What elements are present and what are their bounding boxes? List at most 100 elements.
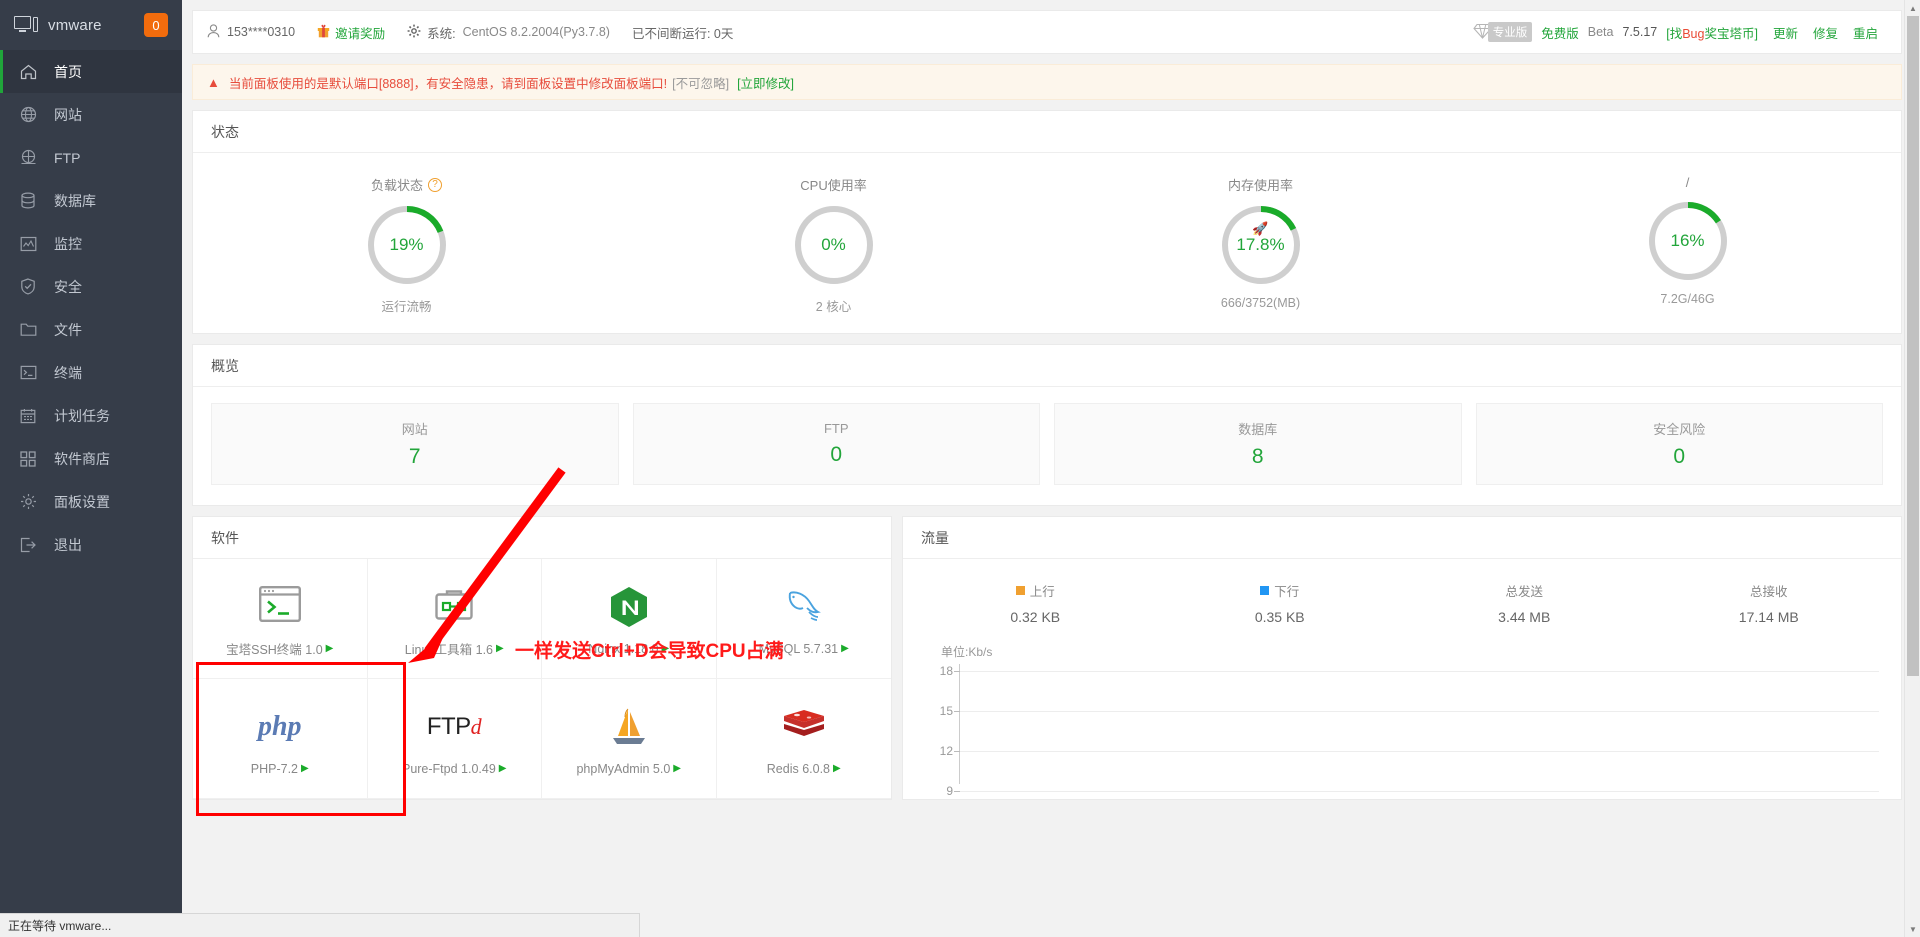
play-icon[interactable]: ▶: [326, 643, 334, 654]
overview-card-security-risk[interactable]: 安全风险 0: [1475, 403, 1883, 485]
traffic-stat-label: 下行: [1158, 581, 1403, 600]
terminal-window-icon: [258, 579, 301, 629]
top-right-actions: 专业版 免费版 Beta 7.5.17 [找Bug奖宝塔币] 更新 修复 重启: [1473, 22, 1887, 42]
bottom-section: 软件 宝塔SSH终端 1.0 ▶ Linux工具箱 1.6 ▶ Nginx 1.…: [192, 516, 1902, 800]
scroll-down-arrow-icon[interactable]: ▼: [1905, 921, 1920, 937]
pureftpd-icon: FTP d: [426, 712, 482, 740]
scrollbar-thumb[interactable]: [1907, 16, 1919, 676]
chart-tick-row: 18: [919, 664, 1879, 678]
account-number: 153****0310: [227, 25, 296, 39]
gauge-title-text: 内存使用率: [1227, 178, 1293, 193]
vertical-scrollbar[interactable]: ▲ ▼: [1904, 0, 1920, 937]
sidebar-item-website[interactable]: 网站: [0, 93, 182, 136]
sidebar-item-label: 文件: [54, 321, 82, 338]
redis-icon: [782, 702, 826, 752]
software-item-nginx[interactable]: Nginx 1.18.0 ▶: [542, 559, 717, 679]
play-icon[interactable]: ▶: [301, 763, 309, 774]
brand-badge[interactable]: 0: [144, 13, 168, 37]
phpmyadmin-sailboat-icon: [609, 702, 649, 752]
warning-note: [不可忽略]: [672, 76, 730, 91]
shield-check-icon: [20, 278, 42, 296]
gauge-cpu[interactable]: CPU使用率 0% 2 核心: [620, 175, 1047, 315]
update-button[interactable]: 更新: [1773, 23, 1798, 42]
traffic-stat-download: 下行 0.35 KB: [1158, 581, 1403, 625]
sidebar-brand[interactable]: vmware 0: [0, 0, 182, 50]
software-item-redis[interactable]: Redis 6.0.8 ▶: [716, 679, 891, 799]
software-item-phpmyadmin[interactable]: phpMyAdmin 5.0 ▶: [542, 679, 717, 799]
version-number: 7.5.17: [1622, 25, 1658, 39]
warning-fix-link[interactable]: [立即修改]: [737, 73, 794, 92]
play-icon[interactable]: ▶: [673, 763, 681, 774]
gauge-disk-root[interactable]: / 16% 7.2G/46G: [1474, 175, 1901, 315]
security-warning-banner: ▲ 当前面板使用的是默认端口[8888]，有安全隐患，请到面板设置中修改面板端口…: [192, 64, 1902, 100]
sidebar-item-crontab[interactable]: 计划任务: [0, 394, 182, 437]
software-item-php[interactable]: php PHP-7.2 ▶: [193, 679, 368, 799]
sidebar-item-database[interactable]: 数据库: [0, 179, 182, 222]
logout-icon: [20, 536, 42, 554]
nginx-icon: [609, 582, 649, 632]
invite-reward[interactable]: 邀请奖励: [317, 23, 385, 42]
gauge-sub: 666/3752(MB): [1220, 296, 1301, 310]
traffic-stat-label-text: 总接收: [1749, 585, 1788, 599]
sidebar-item-home[interactable]: 首页: [0, 50, 182, 93]
grid-apps-icon: [20, 450, 42, 468]
folder-icon: [20, 321, 42, 339]
play-icon[interactable]: ▶: [496, 643, 504, 654]
sidebar-item-label: FTP: [54, 149, 81, 166]
play-icon[interactable]: ▶: [661, 643, 669, 654]
chart-gridline: [960, 710, 1879, 712]
software-item-pure-ftpd[interactable]: FTP d Pure-Ftpd 1.0.49 ▶: [367, 679, 542, 799]
sidebar-item-terminal[interactable]: 终端: [0, 351, 182, 394]
sidebar-item-security[interactable]: 安全: [0, 265, 182, 308]
scroll-up-arrow-icon[interactable]: ▲: [1905, 0, 1920, 16]
traffic-chart: 单位:Kb/s 18 15 12 9: [903, 631, 1901, 798]
gauge-ring: 19%: [366, 204, 448, 286]
download-swatch-icon: [1260, 586, 1270, 595]
system-value: CentOS 8.2.2004(Py3.7.8): [462, 25, 610, 39]
software-name-text: Linux工具箱 1.6: [404, 643, 494, 657]
chart-ytick-label: 15: [939, 704, 953, 718]
toolbox-icon: [433, 579, 475, 629]
sidebar-item-logout[interactable]: 退出: [0, 523, 182, 566]
account-info[interactable]: 153****0310: [207, 23, 296, 41]
pro-version-tag[interactable]: 专业版: [1473, 22, 1533, 42]
warning-message: 当前面板使用的是默认端口[8888]，有安全隐患，请到面板设置中修改面板端口!: [228, 76, 668, 91]
bug-bounty-link[interactable]: [找Bug奖宝塔币]: [1666, 23, 1758, 42]
status-bar-text: 正在等待 vmware...: [8, 919, 112, 933]
traffic-stat-label: 总发送: [1402, 581, 1647, 600]
overview-card-website[interactable]: 网站 7: [211, 403, 619, 485]
sidebar-item-appstore[interactable]: 软件商店: [0, 437, 182, 480]
software-item-linux-toolbox[interactable]: Linux工具箱 1.6 ▶: [367, 559, 542, 679]
software-grid: 宝塔SSH终端 1.0 ▶ Linux工具箱 1.6 ▶ Nginx 1.18.…: [193, 559, 891, 799]
help-icon[interactable]: ?: [428, 177, 442, 192]
overview-card-ftp[interactable]: FTP 0: [632, 403, 1040, 485]
overview-card-value: 7: [408, 445, 421, 468]
chart-y-axis: [959, 664, 960, 784]
sidebar-item-monitor[interactable]: 监控: [0, 222, 182, 265]
system-label: 系统:: [427, 26, 456, 41]
play-icon[interactable]: ▶: [841, 643, 849, 654]
gauge-row: 负载状态 ? 19% 运行流畅 CPU使用率 0% 2 核心 内存使用率 🚀 1…: [193, 153, 1901, 333]
sidebar-item-ftp[interactable]: FTP: [0, 136, 182, 179]
chart-ytick-label: 18: [939, 664, 953, 678]
overview-card-database[interactable]: 数据库 8: [1054, 403, 1462, 485]
sidebar-item-files[interactable]: 文件: [0, 308, 182, 351]
play-icon[interactable]: ▶: [499, 763, 507, 774]
software-item-mysql[interactable]: MySQL 5.7.31 ▶: [716, 559, 891, 679]
traffic-stat-total-sent: 总发送 3.44 MB: [1402, 581, 1647, 625]
brand-name: vmware: [48, 16, 102, 34]
gauge-load[interactable]: 负载状态 ? 19% 运行流畅: [193, 175, 620, 315]
sidebar-item-settings[interactable]: 面板设置: [0, 480, 182, 523]
chart-gridline: [960, 790, 1879, 792]
software-name-text: PHP-7.2: [250, 761, 299, 776]
main-content: 153****0310 邀请奖励 系统: CentOS 8.2.2004(Py3…: [182, 0, 1920, 937]
gauge-memory[interactable]: 内存使用率 🚀 17.8% 666/3752(MB): [1047, 175, 1474, 315]
uptime-info: 已不间断运行: 0天: [632, 23, 733, 42]
play-icon[interactable]: ▶: [833, 763, 841, 774]
traffic-stat-upload: 上行 0.32 KB: [913, 581, 1158, 625]
software-item-bt-ssh-terminal[interactable]: 宝塔SSH终端 1.0 ▶: [193, 559, 368, 679]
traffic-stat-label-text: 总发送: [1505, 585, 1543, 599]
restart-button[interactable]: 重启: [1853, 23, 1878, 42]
software-panel-title: 软件: [193, 517, 891, 559]
repair-button[interactable]: 修复: [1813, 23, 1838, 42]
